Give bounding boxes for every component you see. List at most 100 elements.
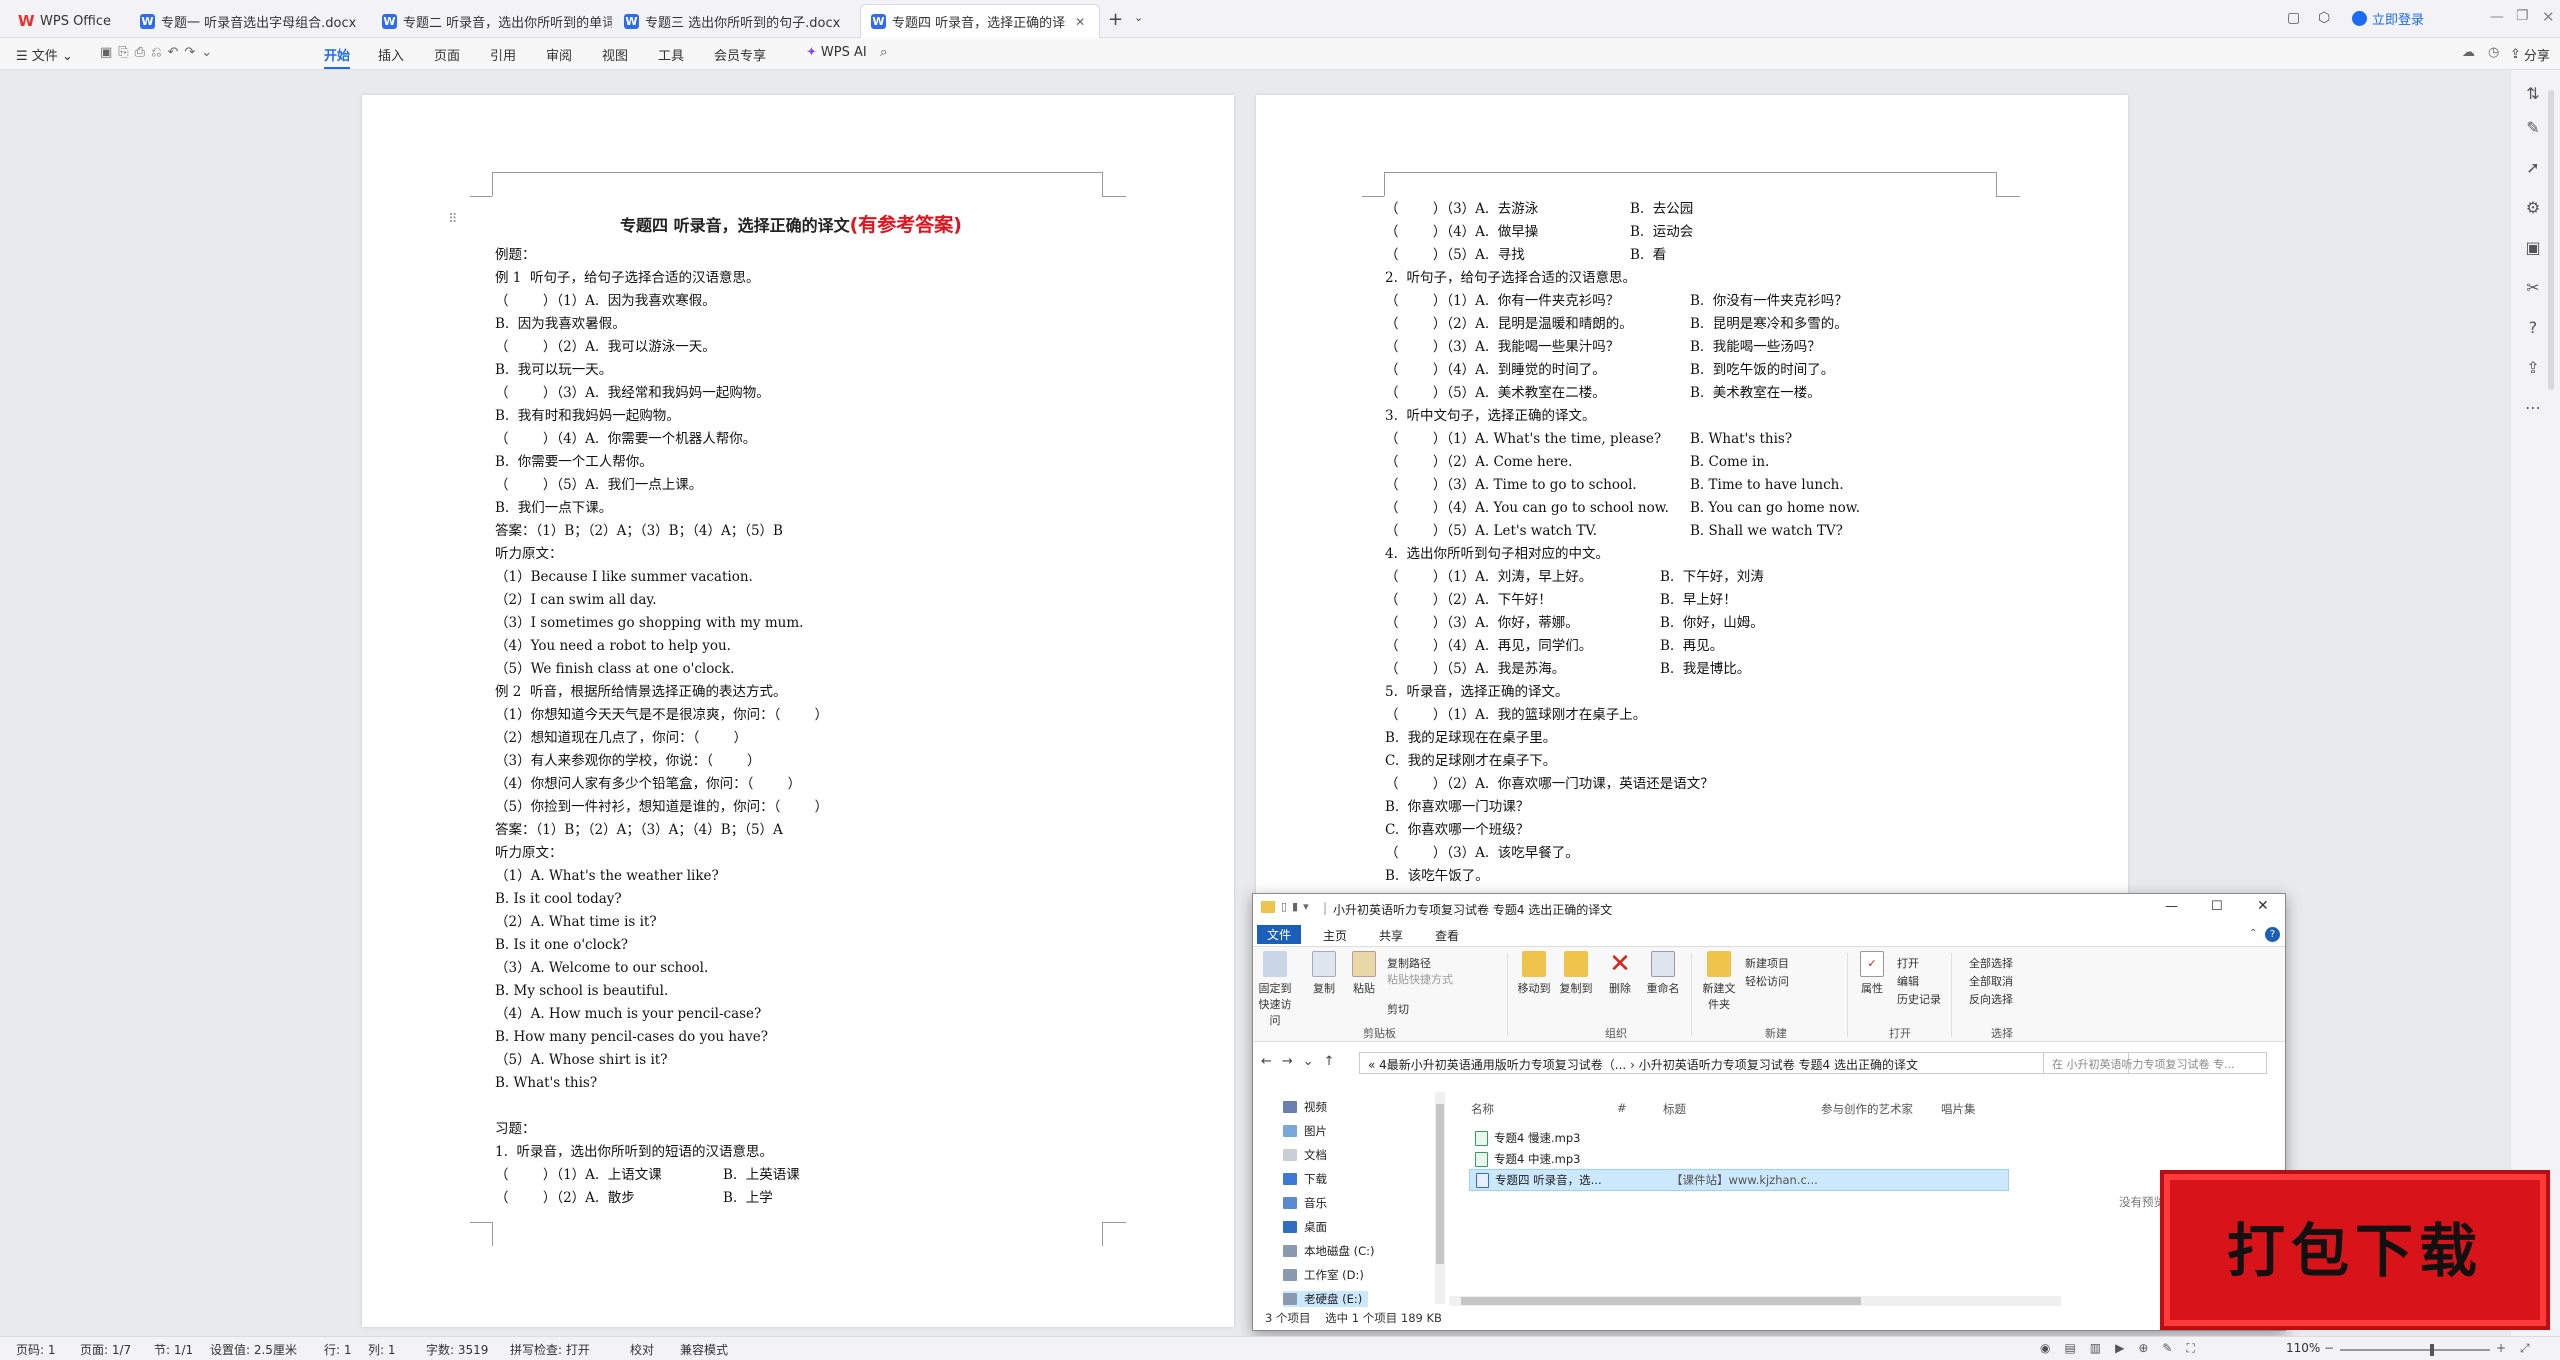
- copy-path-button[interactable]: 复制路径: [1387, 955, 1431, 971]
- copy-to-button[interactable]: 复制到: [1557, 951, 1595, 996]
- drag-handle-icon[interactable]: ⠿: [448, 212, 458, 227]
- address-bar[interactable]: « 4最新小升初英语通用版听力专项复习试卷（... › 小升初英语听力专项复习试…: [1359, 1052, 2129, 1074]
- status-setting[interactable]: 设置值: 2.5厘米: [210, 1341, 297, 1358]
- help-icon[interactable]: ?: [2523, 318, 2543, 338]
- nav-item-pictures[interactable]: 图片: [1283, 1123, 1327, 1139]
- cut-button[interactable]: 剪切: [1387, 1001, 1409, 1017]
- settings-icon[interactable]: ⚙: [2523, 198, 2543, 218]
- move-to-button[interactable]: 移动到: [1515, 951, 1553, 996]
- minimize-icon[interactable]: —: [2490, 9, 2504, 25]
- column-artists[interactable]: 参与创作的艺术家: [1821, 1101, 1913, 1117]
- file-row[interactable]: 专题4 中速.mp3: [1469, 1148, 2009, 1170]
- nav-item-desktop[interactable]: 桌面: [1283, 1219, 1327, 1235]
- chevron-down-icon[interactable]: ⌄: [1134, 11, 1143, 24]
- ribbon-tab-file[interactable]: 文件: [1257, 925, 1302, 944]
- delete-button[interactable]: ✕ 删除: [1605, 951, 1635, 996]
- tab-tools[interactable]: 工具: [658, 45, 684, 64]
- quick-access-icons[interactable]: ▣⎘⎙⎌↶↷⌄: [100, 45, 218, 60]
- tab-membership[interactable]: 会员专享: [714, 45, 766, 64]
- zoom-level[interactable]: 110%: [2286, 1341, 2320, 1355]
- status-spellcheck[interactable]: 拼写检查: 打开: [510, 1341, 590, 1358]
- paste-button[interactable]: 粘贴: [1349, 951, 1379, 996]
- login-button[interactable]: 立即登录: [2352, 9, 2424, 28]
- view-mode-icons[interactable]: ◉▤▥▶⊕✎⛶: [2040, 1341, 2209, 1356]
- nav-item-drive-c[interactable]: 本地磁盘 (C:): [1283, 1243, 1375, 1259]
- tab-doc-3[interactable]: W 专题三 选出你所听到的句子.docx: [614, 4, 854, 38]
- nav-item-documents[interactable]: 文档: [1283, 1147, 1327, 1163]
- edit-button[interactable]: 编辑: [1897, 973, 1919, 989]
- zoom-out-icon[interactable]: −: [2324, 1341, 2334, 1355]
- horizontal-scrollbar[interactable]: [1449, 1296, 2061, 1306]
- column-title[interactable]: 标题: [1663, 1101, 1686, 1117]
- zoom-slider-thumb[interactable]: [2430, 1344, 2434, 1356]
- tab-start[interactable]: 开始: [324, 45, 351, 69]
- zoom-in-icon[interactable]: +: [2496, 1341, 2506, 1355]
- cube-icon[interactable]: ⬡: [2318, 10, 2330, 26]
- menu-file[interactable]: ☰ 文件 ⌄: [16, 45, 73, 64]
- minimize-icon[interactable]: —: [2165, 899, 2178, 914]
- zoom-slider[interactable]: [2340, 1349, 2490, 1351]
- close-icon[interactable]: ✕: [2257, 898, 2269, 914]
- nav-scrollbar[interactable]: [1435, 1092, 1445, 1304]
- share-button[interactable]: ⇪ 分享: [2510, 45, 2550, 64]
- column-name[interactable]: 名称: [1471, 1101, 1494, 1117]
- history-button[interactable]: 历史记录: [1897, 991, 1941, 1007]
- maximize-icon[interactable]: ☐: [2211, 899, 2223, 914]
- status-section[interactable]: 节: 1/1: [154, 1341, 193, 1358]
- file-row-selected[interactable]: 专题四 听录音，选... 【课件站】www.kjzhan.c...: [1469, 1169, 2009, 1191]
- cloud-icon[interactable]: ☁: [2462, 45, 2475, 60]
- ribbon-tab-view[interactable]: 查看: [1435, 927, 1459, 944]
- nav-item-music[interactable]: 音乐: [1283, 1195, 1327, 1211]
- quick-access-toolbar[interactable]: ▯▮▾: [1281, 900, 1314, 913]
- select-all-button[interactable]: 全部选择: [1969, 955, 2013, 971]
- status-page-number[interactable]: 页码: 1: [16, 1341, 56, 1358]
- close-window-icon[interactable]: ✕: [2542, 8, 2555, 26]
- wps-ai-button[interactable]: ✦ WPS AI: [806, 45, 867, 60]
- tab-reference[interactable]: 引用: [490, 45, 516, 64]
- tab-doc-2[interactable]: W 专题二 听录音，选出你所听到的单词: [372, 4, 612, 38]
- new-item-button[interactable]: 新建项目: [1745, 955, 1789, 971]
- rename-button[interactable]: 重命名: [1643, 951, 1683, 996]
- download-promo-banner[interactable]: 打包下载: [2160, 1170, 2550, 1330]
- tab-page[interactable]: 页面: [434, 45, 460, 64]
- explorer-titlebar[interactable]: ▯▮▾ | 小升初英语听力专项复习试卷 专题4 选出正确的译文 — ☐ ✕: [1253, 894, 2285, 924]
- open-button[interactable]: 打开: [1897, 955, 1919, 971]
- status-word-count[interactable]: 字数: 3519: [426, 1341, 488, 1358]
- collapse-ribbon-icon[interactable]: ⌃: [2249, 928, 2257, 939]
- status-pages[interactable]: 页面: 1/7: [80, 1341, 131, 1358]
- image-icon[interactable]: ▣: [2523, 238, 2543, 258]
- properties-button[interactable]: ✓ 属性: [1857, 951, 1887, 996]
- copy-button[interactable]: 复制: [1309, 951, 1339, 996]
- status-proofread[interactable]: 校对: [630, 1341, 654, 1358]
- history-icon[interactable]: ◷: [2488, 45, 2499, 60]
- window-layout-icon[interactable]: ▢: [2287, 10, 2300, 26]
- nav-item-drive-d[interactable]: 工作室 (D:): [1283, 1267, 1364, 1283]
- tab-doc-1[interactable]: W 专题一 听录音选出字母组合.docx: [130, 4, 370, 38]
- file-row[interactable]: 专题4 慢速.mp3: [1469, 1127, 2009, 1149]
- invert-selection-button[interactable]: 反向选择: [1969, 991, 2013, 1007]
- search-input[interactable]: 在 小升初英语听力专项复习试卷 专...: [2043, 1052, 2267, 1074]
- search-icon[interactable]: ⌕: [880, 45, 887, 60]
- pin-quick-access-button[interactable]: 固定到快速访问: [1257, 951, 1293, 1028]
- more-icon[interactable]: ⋯: [2523, 398, 2543, 418]
- status-row[interactable]: 行: 1: [324, 1341, 352, 1358]
- tab-wps-home[interactable]: W WPS Office: [8, 4, 126, 38]
- new-folder-button[interactable]: 新建文件夹: [1699, 951, 1739, 1012]
- status-column[interactable]: 列: 1: [368, 1341, 396, 1358]
- file-explorer-window[interactable]: ▯▮▾ | 小升初英语听力专项复习试卷 专题4 选出正确的译文 — ☐ ✕ 文件…: [1252, 893, 2286, 1331]
- new-tab-icon[interactable]: +: [1108, 9, 1123, 30]
- ribbon-tab-home[interactable]: 主页: [1323, 927, 1347, 944]
- tab-doc-4-active[interactable]: W 专题四 听录音，选择正确的译 ✕: [860, 4, 1100, 38]
- tools-icon[interactable]: ✂: [2523, 278, 2543, 298]
- ribbon-tab-share[interactable]: 共享: [1379, 927, 1403, 944]
- sort-icon[interactable]: ⇅: [2523, 84, 2543, 104]
- paste-shortcut-button[interactable]: 粘贴快捷方式: [1387, 971, 1453, 987]
- cursor-icon[interactable]: ➚: [2523, 158, 2543, 178]
- close-icon[interactable]: ✕: [1075, 15, 1085, 29]
- nav-item-downloads[interactable]: 下载: [1283, 1171, 1327, 1187]
- select-none-button[interactable]: 全部取消: [1969, 973, 2013, 989]
- vertical-scrollbar[interactable]: [2548, 90, 2554, 390]
- fit-page-icon[interactable]: ⤢: [2520, 1341, 2530, 1356]
- share-icon[interactable]: ⇪: [2523, 358, 2543, 378]
- column-number[interactable]: #: [1617, 1101, 1627, 1115]
